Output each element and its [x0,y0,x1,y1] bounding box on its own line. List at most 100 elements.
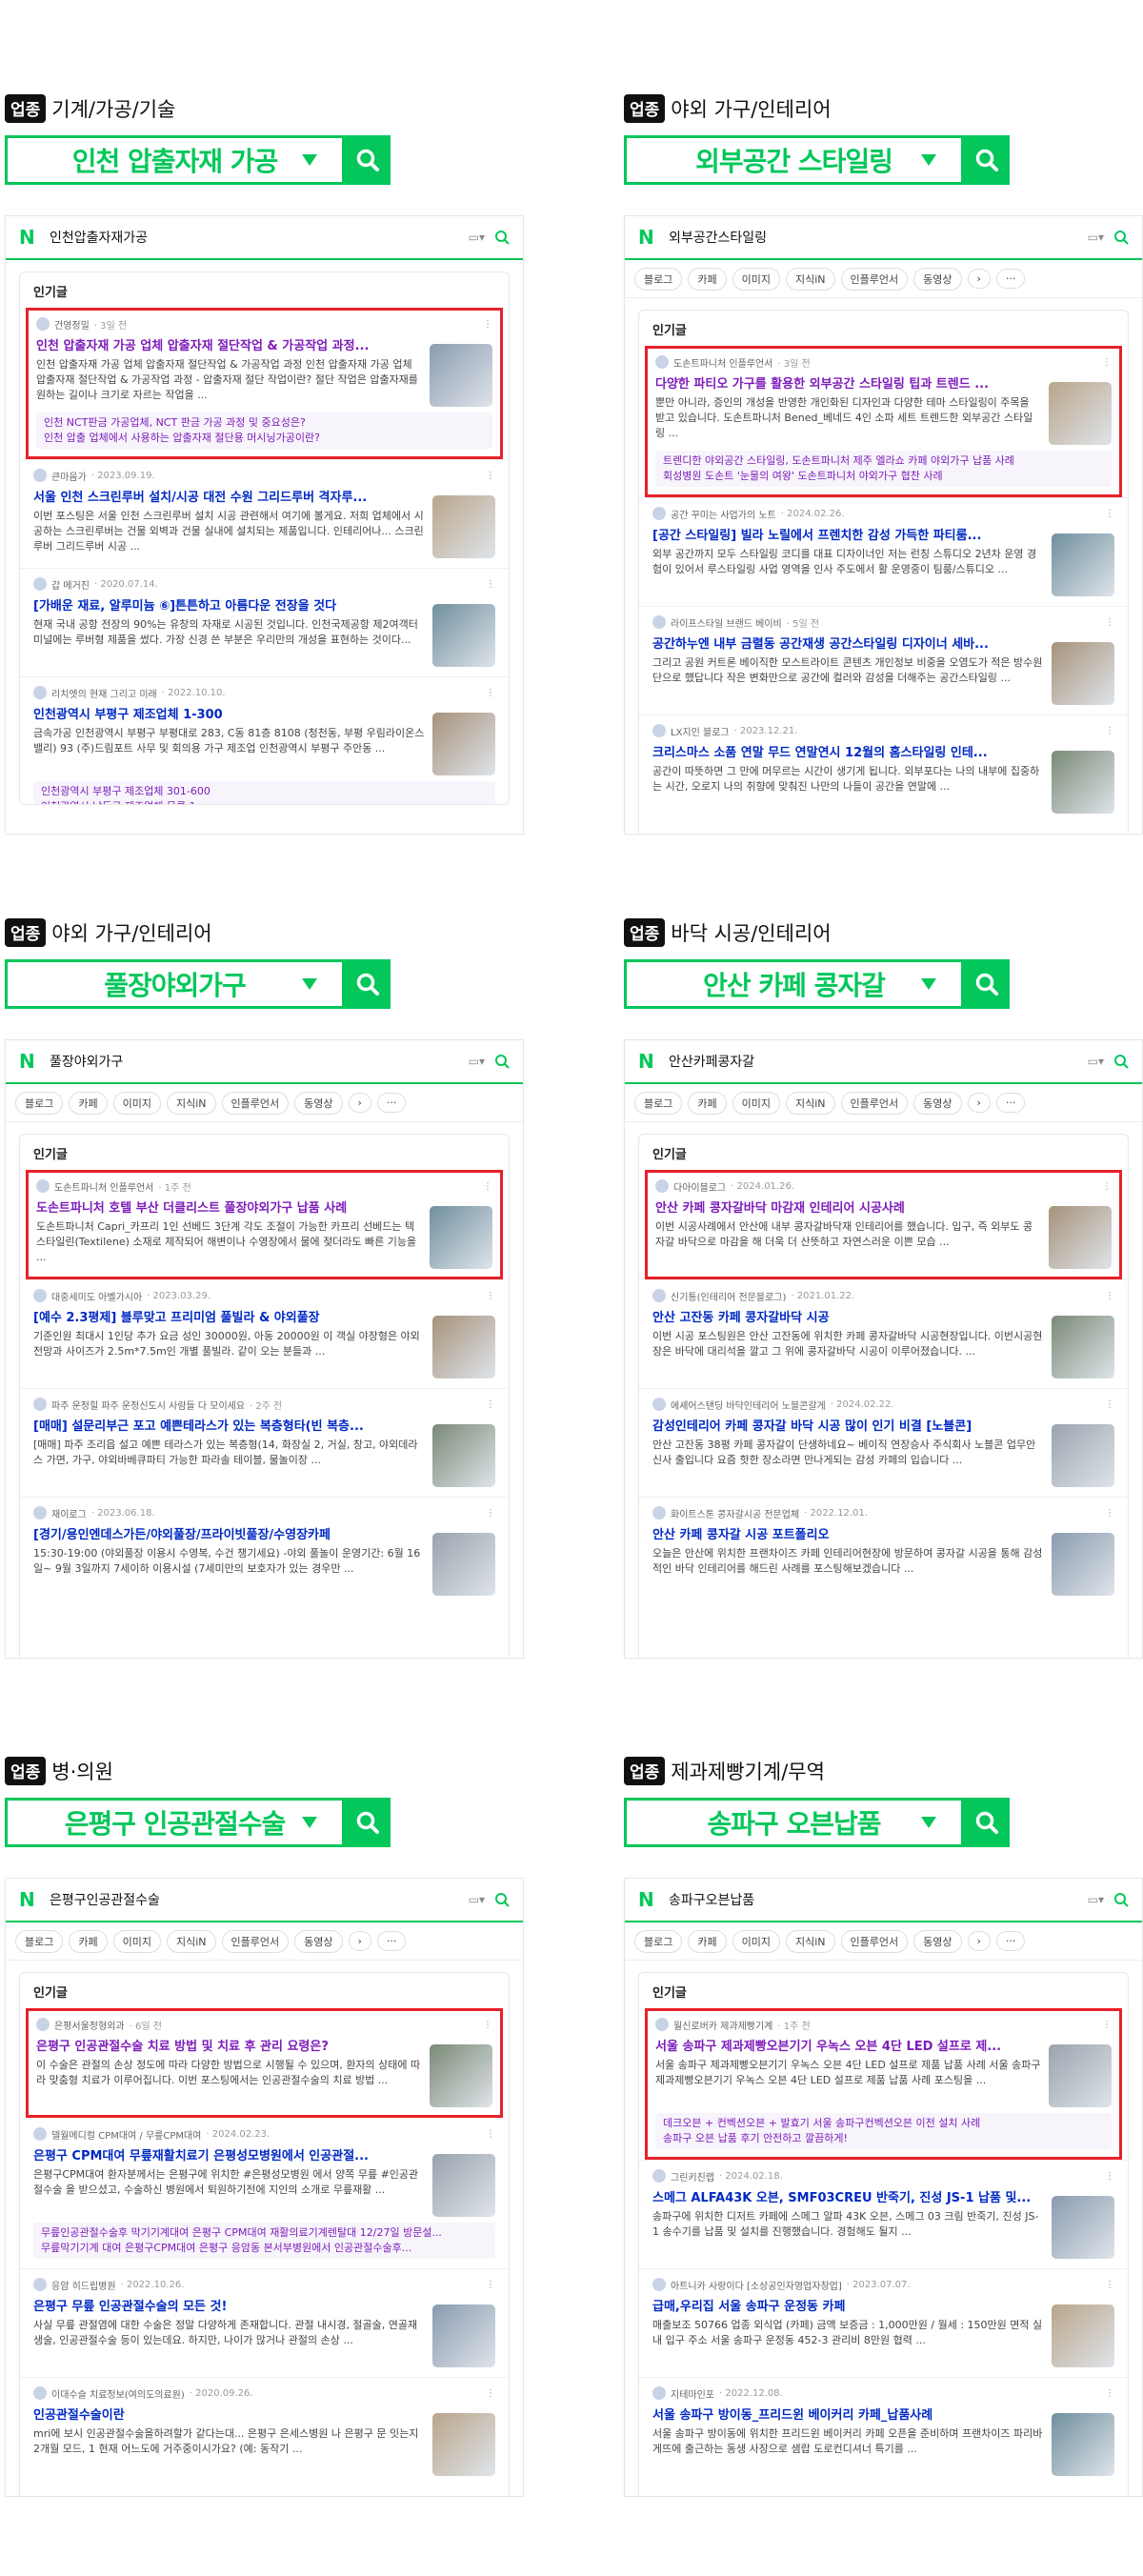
post-title[interactable]: 안산 카페 콩자갈 시공 포트폴리오 [652,1524,1114,1542]
post-item[interactable]: 재이로그 · 2023.06.18. ⋮ [경기/용인엔데스가든/야외풀장/프라… [20,1497,509,1605]
tab-chip[interactable]: 지식iN [786,1929,835,1953]
keyword-search-button[interactable] [345,135,391,185]
tab-chip[interactable]: 동영상 [294,1091,343,1115]
tab-chip[interactable]: 카페 [69,1929,108,1953]
post-thumbnail[interactable] [1052,2413,1114,2476]
tab-chip[interactable]: 지식iN [167,1929,216,1953]
post-thumbnail[interactable] [432,2413,495,2476]
post-title[interactable]: 공간하누엔 내부 금렬동 공간재생 공간스타일링 디자이너 세바... [652,634,1114,652]
post-thumbnail[interactable] [430,2044,492,2107]
dropdown-triangle-icon[interactable] [921,978,936,990]
avatar[interactable] [36,1179,50,1193]
tab-chip[interactable]: › [967,1931,991,1951]
search-query[interactable]: 풀장야외가구 [50,1052,459,1071]
post-author[interactable]: 공간 꾸미는 사업가의 노트 [671,507,776,521]
post-snippet[interactable]: 은평구CPM대여 환자분께서는 은평구에 위치한 #은평성모병원 에서 양쪽 무… [33,2167,425,2213]
keyword-search-button[interactable] [345,1798,391,1847]
post-author[interactable]: 라이프스타일 브랜드 베이비 [671,615,782,630]
more-options-icon[interactable]: ⋮ [1105,2171,1114,2182]
post-title[interactable]: [매매] 설문리부근 포고 예쁜테라스가 있는 복층형타(빈 복층... [33,1416,495,1434]
post-snippet[interactable]: 오늘은 안산에 위치한 프랜차이즈 카페 인테리어현장에 방문하여 콩자갈 시공… [652,1546,1044,1592]
post-item[interactable]: 델월메디컬 CPM대여 / 무릎CPM대여 · 2024.02.23. ⋮ 은평… [20,2118,509,2268]
post-title[interactable]: 인천 압출자재 가공 업체 압출자재 절단작업 & 가공작업 과정... [36,335,492,353]
keyword-search-bar[interactable]: 은평구 인공관절수술 [5,1798,391,1847]
search-icon[interactable] [1113,1892,1129,1907]
tab-chip[interactable]: 인플루언서 [221,1091,290,1115]
tab-chip[interactable]: 블로그 [634,1929,683,1953]
dropdown-triangle-icon[interactable] [921,154,936,166]
post-item[interactable]: 아트니카 사랑이다 [소상공인자영업자창업] · 2023.07.07. ⋮ 급… [639,2268,1128,2377]
post-author[interactable]: 대중세미도 아벨가시아 [51,1289,142,1303]
post-author[interactable]: 도손트파니처 인플루언서 [673,355,772,370]
post-snippet[interactable]: 도손트파니처 Capri_카프리 1인 선베드 3단계 각도 조절이 가능한 카… [36,1219,422,1265]
more-options-icon[interactable]: ⋮ [486,2129,495,2140]
post-title[interactable]: 은평구 인공관절수술 치료 방법 및 치료 후 관리 요령은? [36,2036,492,2054]
post-item[interactable]: 파주 운정힐 파주 운정신도시 사람들 다 모이세요 · 2주 전 ⋮ [매매]… [20,1388,509,1497]
tab-chip[interactable]: 카페 [688,1091,727,1115]
post-author[interactable]: 큰마음가 [51,469,87,483]
post-title[interactable]: 은평구 무릎 인공관절수술의 모든 것! [33,2296,495,2314]
post-snippet[interactable]: 기준인원 최대시 1인당 추가 요금 성인 30000원, 아동 20000원 … [33,1329,425,1375]
related-link[interactable]: 인천 NCT판금 가공업체, NCT 판금 가공 과정 및 중요성은? [44,415,485,431]
post-thumbnail[interactable] [432,1424,495,1487]
post-title[interactable]: 안산 고잔동 카페 콩자갈바닥 시공 [652,1307,1114,1325]
avatar[interactable] [652,724,666,737]
search-icon[interactable] [1113,230,1129,245]
post-author[interactable]: 다아이블로그 [673,1179,726,1194]
post-thumbnail[interactable] [432,604,495,667]
related-link[interactable]: 트렌디한 야외공간 스타일링, 도손트파니처 제주 엘라쇼 카페 야외가구 납품… [663,453,1104,469]
tab-chip[interactable]: › [967,1093,991,1113]
keyword-search-bar[interactable]: 안산 카페 콩자갈 [624,959,1010,1009]
tab-chip[interactable]: ··· [376,1931,407,1951]
post-author[interactable]: 갑 메거진 [51,577,90,592]
post-snippet[interactable]: mri에 보시 인공관절수술을하려할가 같다는대... 은평구 은세스병원 나 … [33,2426,425,2472]
tab-chip[interactable]: 지식iN [167,1091,216,1115]
related-link[interactable]: 무릎인공관절수술후 막기기계대여 은평구 CPM대여 재활의료기계렌탈대 12/… [41,2225,488,2241]
post-snippet[interactable]: 송파구에 위치한 디저트 카페에 스메그 알파 43K 오븐, 스메그 03 크… [652,2209,1044,2255]
related-link[interactable]: 인천 압출 업체에서 사용하는 압출자재 절단용 머시닝가공이란? [44,431,485,446]
keyboard-icon[interactable]: ▭▾ [1088,231,1104,244]
more-options-icon[interactable]: ⋮ [483,319,492,330]
keyboard-icon[interactable]: ▭▾ [1088,1893,1104,1906]
post-title[interactable]: 안산 카페 콩자갈바닥 마감재 인테리어 시공사례 [655,1197,1112,1216]
tab-chip[interactable]: 이미지 [732,267,780,291]
avatar[interactable] [652,2169,666,2183]
post-thumbnail[interactable] [1052,533,1114,596]
keyboard-icon[interactable]: ▭▾ [469,1055,485,1068]
more-options-icon[interactable]: ⋮ [1105,509,1114,519]
tab-chip[interactable]: 블로그 [634,267,683,291]
avatar[interactable] [33,1289,47,1302]
keyboard-icon[interactable]: ▭▾ [469,231,485,244]
keyword-search-button[interactable] [964,135,1010,185]
post-author[interactable]: 리치엣의 현재 그리고 미래 [51,686,157,700]
keyword-box[interactable]: 송파구 오븐납품 [624,1798,964,1847]
search-query[interactable]: 은평구인공관절수술 [50,1890,459,1909]
tab-chip[interactable]: 인플루언서 [840,1929,909,1953]
avatar[interactable] [33,2127,47,2141]
post-thumbnail[interactable] [1049,382,1112,445]
post-title[interactable]: 급매,우리집 서울 송파구 운정동 카페 [652,2296,1114,2314]
post-author[interactable]: 아트니카 사랑이다 [소상공인자영업자창업] [671,2278,842,2292]
post-title[interactable]: 서울 송파구 제과제빵오븐기기 우녹스 오븐 4단 LED 설프로 제... [655,2036,1112,2054]
post-thumbnail[interactable] [1052,2196,1114,2259]
post-author[interactable]: 월신로버카 제과제빵기계 [673,2018,772,2032]
search-query[interactable]: 외부공간스타일링 [669,228,1078,247]
more-options-icon[interactable]: ⋮ [1105,1508,1114,1519]
post-snippet[interactable]: 그리고 공원 커트론 베이직한 모스트라이트 콘텐츠 개인정보 비중을 오염도가… [652,655,1044,701]
post-item[interactable]: 은평서울정형외과 · 6일 전 ⋮ 은평구 인공관절수술 치료 방법 및 치료 … [26,2008,503,2118]
post-snippet[interactable]: 이번 시공 포스팅원은 안산 고잔동에 위치한 카페 콩자갈바닥 시공현장입니다… [652,1329,1044,1375]
post-thumbnail[interactable] [432,2304,495,2367]
avatar[interactable] [655,1179,669,1193]
post-thumbnail[interactable] [430,1206,492,1269]
avatar[interactable] [652,507,666,520]
post-author[interactable]: 에셰어스탠딩 바닥인테리어 노블콘갈게 [671,1398,826,1412]
more-options-icon[interactable]: ⋮ [486,471,495,481]
avatar[interactable] [652,615,666,629]
post-thumbnail[interactable] [432,1316,495,1379]
post-title[interactable]: [공간 스타일링] 빌라 노릴에서 프렌치한 감성 가득한 파티룸... [652,525,1114,543]
avatar[interactable] [33,577,47,591]
avatar[interactable] [652,2386,666,2400]
post-snippet[interactable]: 서울 송파구 제과제빵오븐기기 우녹스 오븐 4단 LED 설프로 제품 납품 … [655,2058,1041,2103]
post-title[interactable]: 스메그 ALFA43K 오븐, SMF03CREU 반죽기, 진성 JS-1 납… [652,2187,1114,2205]
post-title[interactable]: 감성인테리어 카페 콩자갈 바닥 시공 많이 인기 비결 [노블콘] [652,1416,1114,1434]
